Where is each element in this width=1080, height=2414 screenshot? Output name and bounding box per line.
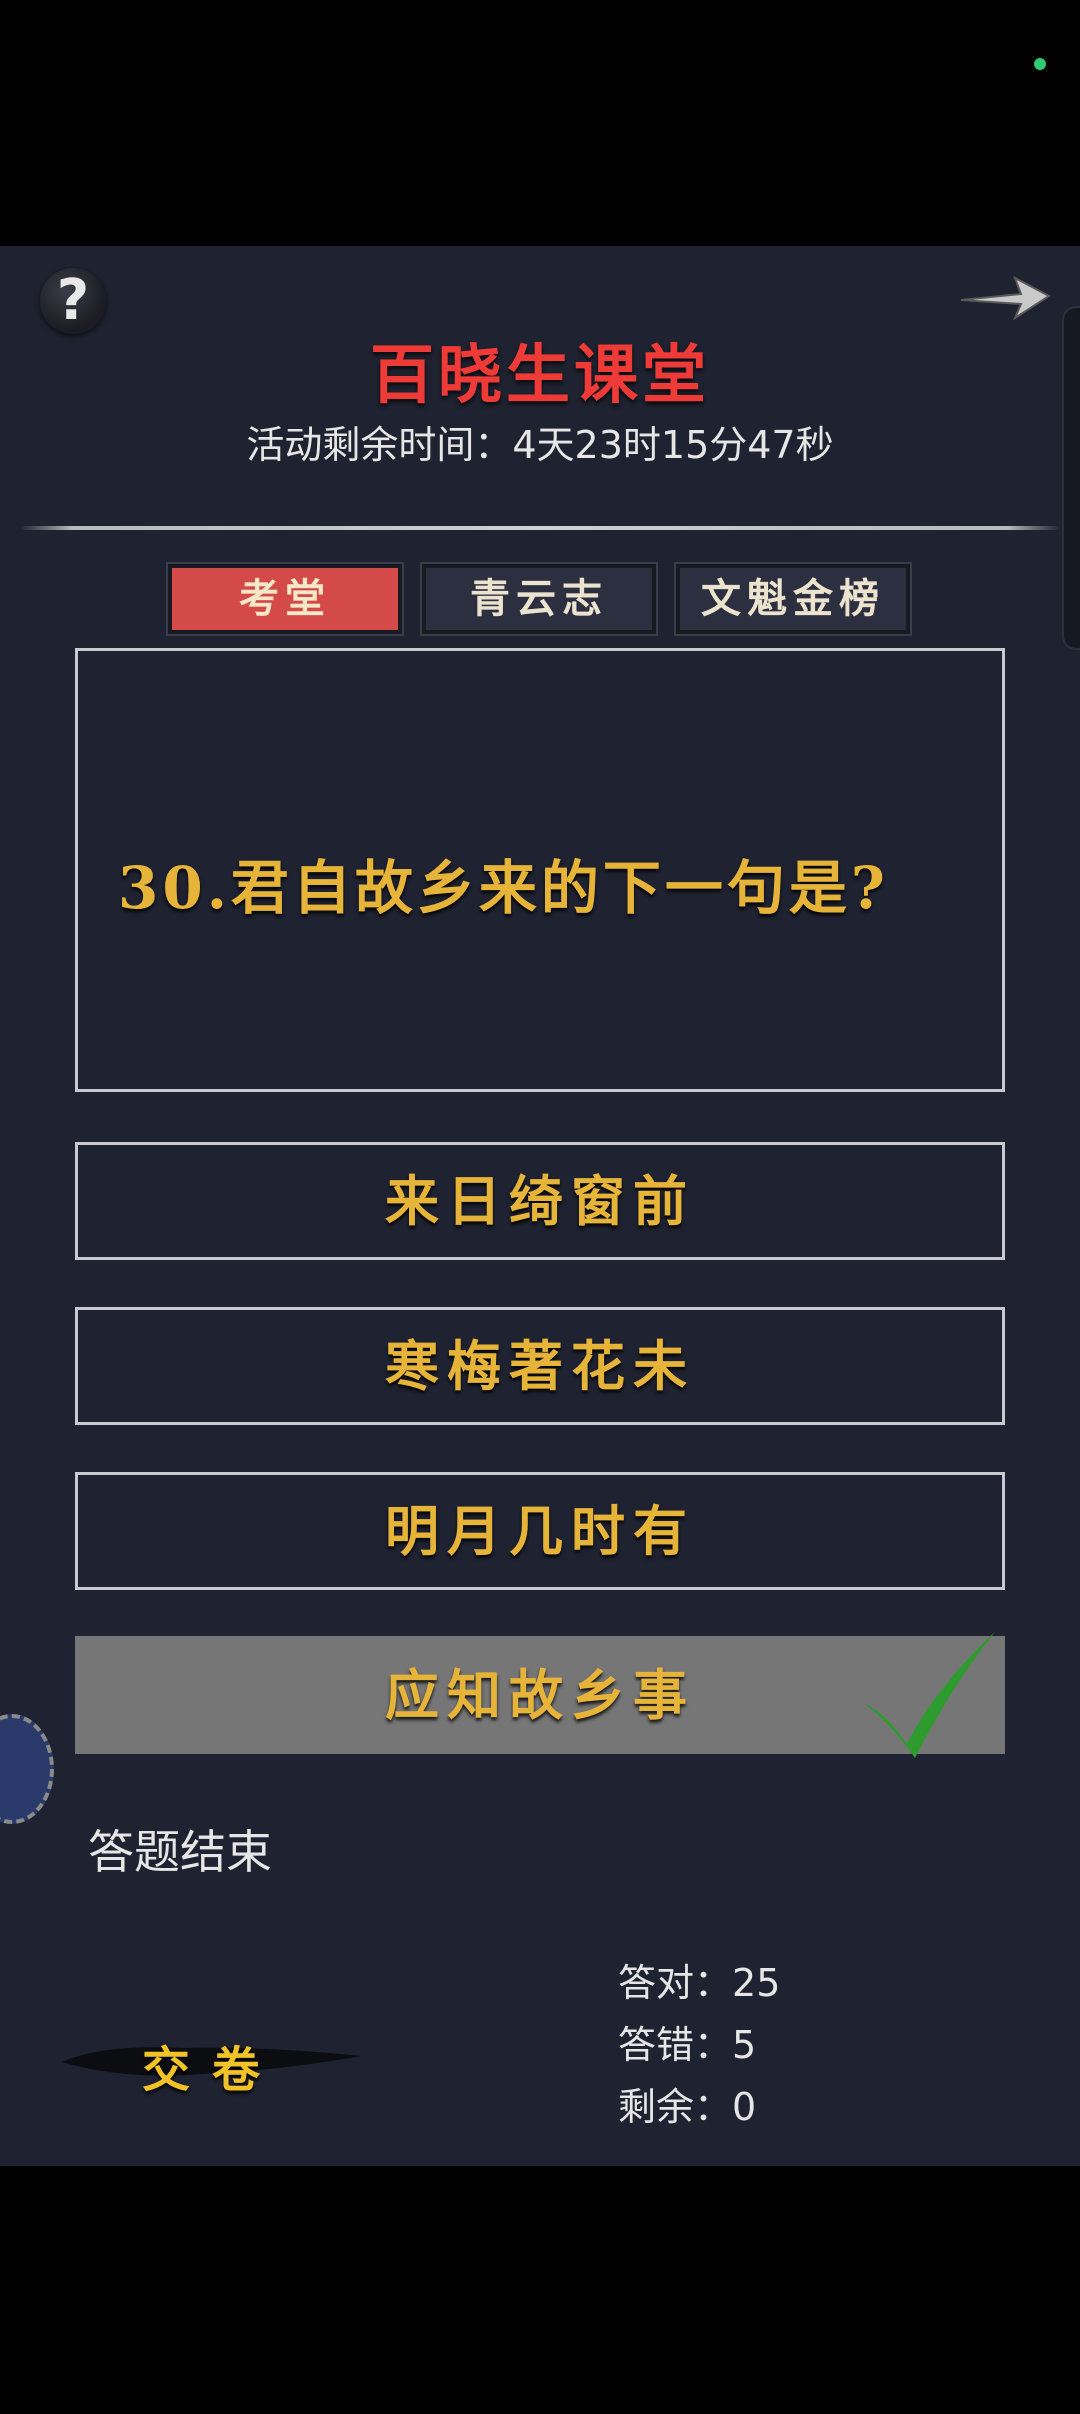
activity-timer: 活动剩余时间：4天23时15分47秒 xyxy=(0,414,1080,469)
score-stats: 答对：25 答错：5 剩余：0 xyxy=(618,1952,780,2138)
answer-option-2[interactable]: 寒梅著花未 xyxy=(75,1307,1005,1425)
stat-remaining: 剩余：0 xyxy=(618,2076,780,2138)
stat-remaining-value: 0 xyxy=(732,2085,757,2129)
quiz-end-label: 答题结束 xyxy=(88,1825,272,1879)
submit-label: 交卷 xyxy=(142,2042,283,2098)
header-divider xyxy=(20,526,1060,530)
stat-correct: 答对：25 xyxy=(618,1952,780,2014)
question-box: 30.君自故乡来的下一句是? xyxy=(75,648,1005,1092)
status-indicator-dot xyxy=(1034,58,1046,70)
side-avatar-decoration[interactable] xyxy=(0,1714,54,1824)
tab-exam-hall[interactable]: 考堂 xyxy=(168,564,402,634)
answer-option-4-correct[interactable]: 应知故乡事 xyxy=(75,1632,1005,1758)
timer-label: 活动剩余时间： xyxy=(246,423,513,467)
answer-option-1[interactable]: 来日绮窗前 xyxy=(75,1142,1005,1260)
stat-correct-value: 25 xyxy=(732,1961,781,2005)
tab-qingyunzhi[interactable]: 青云志 xyxy=(422,564,656,634)
checkmark-icon xyxy=(865,1632,995,1758)
arrow-right-icon xyxy=(960,275,1051,321)
quiz-panel: ? 百晓生课堂 活动剩余时间：4天23时15分47秒 考堂 青云志 文魁金榜 3… xyxy=(0,246,1080,2166)
stat-wrong-value: 5 xyxy=(732,2023,757,2067)
tab-bar: 考堂 青云志 文魁金榜 xyxy=(168,564,930,642)
submit-button[interactable]: 交卷 xyxy=(62,2020,362,2100)
answer-option-4-label: 应知故乡事 xyxy=(385,1663,695,1727)
timer-value: 4天23时15分47秒 xyxy=(512,423,834,467)
next-arrow-button[interactable] xyxy=(955,266,1055,326)
stat-remaining-label: 剩余： xyxy=(618,2085,733,2129)
stat-wrong: 答错：5 xyxy=(618,2014,780,2076)
tab-wenkui-ranking[interactable]: 文魁金榜 xyxy=(676,564,910,634)
page-title: 百晓生课堂 xyxy=(370,338,710,413)
stat-wrong-label: 答错： xyxy=(618,2023,733,2067)
stat-correct-label: 答对： xyxy=(618,1961,733,2005)
question-text: 30.君自故乡来的下一句是? xyxy=(118,854,889,922)
answer-option-3[interactable]: 明月几时有 xyxy=(75,1472,1005,1590)
